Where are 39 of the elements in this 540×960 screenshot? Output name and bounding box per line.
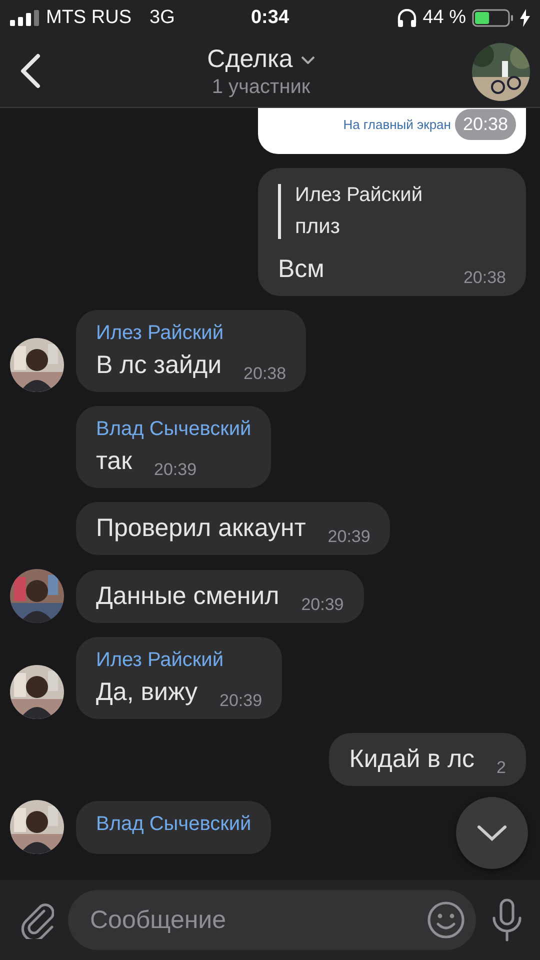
microphone-icon[interactable]: [490, 898, 524, 942]
headphones-icon: [396, 9, 417, 27]
quote-text: плиз: [295, 215, 341, 239]
message-time: 20:39: [154, 460, 197, 480]
clock: 0:34: [250, 7, 290, 29]
chevron-down-icon[interactable]: [477, 825, 507, 841]
card-link[interactable]: На главный экран: [343, 116, 451, 132]
message-text: В лс зайди: [96, 351, 222, 380]
charging-icon: [520, 9, 530, 27]
chevron-down-icon: [300, 56, 315, 64]
message-text: так: [96, 447, 132, 476]
battery-percent: 44 %: [422, 7, 466, 29]
message-time: 20:38: [463, 268, 506, 288]
message-time: 20:39: [219, 691, 262, 711]
emoji-icon[interactable]: [426, 900, 466, 940]
battery-icon: [472, 9, 514, 27]
message-text: Проверил аккаунт: [96, 514, 306, 543]
message-text: Кидай в лс: [349, 745, 475, 774]
back-icon[interactable]: [19, 53, 41, 89]
sender-name: Илез Райский: [96, 322, 225, 345]
message-time: 20:38: [244, 364, 286, 384]
message-time: 2: [496, 758, 506, 778]
sender-name: Илез Райский: [96, 649, 225, 672]
chat-title[interactable]: Сделка: [207, 45, 293, 74]
message-text: Данные сменил: [96, 582, 280, 611]
attach-icon[interactable]: [20, 901, 54, 939]
quote-author: Илез Райский: [295, 184, 424, 207]
carrier-name: MTS RUS: [46, 7, 132, 29]
sender-name: Влад Сычевский: [96, 418, 252, 441]
message-time: 20:39: [328, 527, 370, 547]
sender-name: Влад Сычевский: [96, 813, 252, 836]
message-text: Да, вижу: [96, 678, 198, 707]
message-time: 20:39: [301, 595, 344, 615]
message-field[interactable]: Сообщение: [68, 890, 476, 950]
network-type: 3G: [150, 7, 175, 29]
signal-icon: [10, 10, 40, 26]
message-text: Всм: [278, 255, 324, 284]
message-time: 20:38: [454, 108, 516, 140]
member-count: 1 участник: [212, 76, 310, 99]
